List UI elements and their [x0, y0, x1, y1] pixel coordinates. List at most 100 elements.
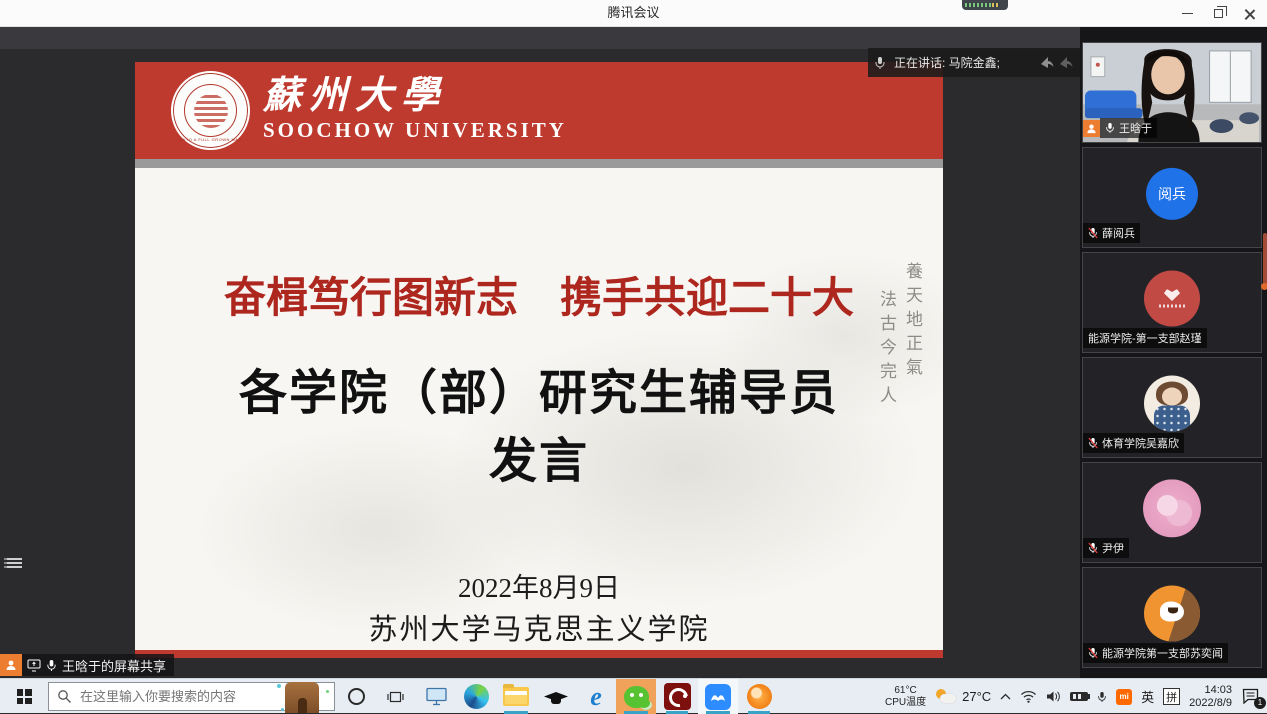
- wifi-icon[interactable]: [1020, 690, 1037, 703]
- cortana-button[interactable]: [337, 679, 375, 714]
- weather-temp: 27°C: [962, 689, 991, 704]
- participant-name: 尹伊: [1102, 540, 1124, 556]
- weather-widget[interactable]: 27°C: [935, 689, 991, 705]
- computer-icon: [425, 687, 448, 706]
- start-button[interactable]: [0, 679, 48, 714]
- sparkle-icon: [281, 708, 284, 711]
- taskbar-app-orange[interactable]: [740, 679, 778, 714]
- cpu-temp-label: CPU温度: [885, 697, 926, 709]
- sidebar-scroll-handle[interactable]: [1261, 283, 1267, 290]
- participant-sidebar: 王晗于 阅兵 薛阅兵 能源学院-第一支部赵瑾: [1080, 27, 1267, 678]
- avatar-emblem-text: [1159, 304, 1185, 307]
- avatar: [1144, 375, 1200, 431]
- university-name-en: SOOCHOW UNIVERSITY: [263, 118, 567, 143]
- toggle-line: [4, 566, 22, 568]
- close-button[interactable]: [1234, 0, 1265, 27]
- speaker-icon[interactable]: [1046, 690, 1061, 703]
- participant-tile[interactable]: 能源学院-第一支部赵瑾: [1082, 252, 1262, 353]
- participant-name: 能源学院第一支部苏奕闻: [1102, 645, 1223, 661]
- avatar-text: 阅兵: [1158, 183, 1186, 203]
- ime-language[interactable]: 英: [1141, 687, 1154, 706]
- meeting-mini-toolbar[interactable]: [962, 0, 1008, 10]
- clock-time: 14:03: [1189, 684, 1232, 697]
- restore-button[interactable]: [1203, 0, 1234, 27]
- annotation-arrow-icon[interactable]: [1038, 55, 1055, 70]
- taskbar-app-wechat[interactable]: [616, 679, 656, 714]
- taskbar-app-ie[interactable]: e: [576, 679, 616, 714]
- action-center-button[interactable]: 1: [1241, 687, 1263, 707]
- screen-share-pill: 王晗于的屏幕共享: [0, 654, 174, 676]
- mic-muted-icon: [1088, 227, 1098, 239]
- speaking-indicator-banner: 正在讲话: 马院金鑫;: [868, 48, 1080, 77]
- audio-level-bars-2: [992, 3, 1000, 7]
- slide-organization: 苏州大学马克思主义学院: [135, 606, 943, 648]
- panel-toggle-icon[interactable]: [4, 556, 22, 570]
- audio-level-bars: [965, 3, 995, 7]
- seal-ring: [184, 84, 237, 137]
- chevron-up-icon[interactable]: [1000, 693, 1011, 700]
- orange-app-icon: [747, 684, 772, 709]
- speaking-text: 正在讲话: 马院金鑫;: [894, 54, 1038, 71]
- taskbar-app-pc[interactable]: [416, 679, 456, 714]
- windows-taskbar: e 61°C CPU温度 27°C: [0, 678, 1267, 713]
- close-icon: [1244, 8, 1256, 20]
- avatar: [1144, 585, 1200, 641]
- minimize-button[interactable]: [1172, 0, 1203, 27]
- taskbar-app-learning[interactable]: [536, 679, 576, 714]
- screen-share-icon: [27, 659, 41, 672]
- taskbar-app-red[interactable]: [658, 679, 696, 714]
- main-title-line1: 各学院（部）研究生辅导员: [135, 360, 943, 428]
- sidebar-scrollbar[interactable]: [1263, 233, 1267, 289]
- cloud-icon: [940, 694, 956, 703]
- window-title: 腾讯会议: [0, 0, 1267, 26]
- participant-tile[interactable]: 阅兵 薛阅兵: [1082, 147, 1262, 248]
- taskbar-search[interactable]: [48, 682, 335, 711]
- building-door: [298, 698, 307, 713]
- participant-name: 能源学院-第一支部赵瑾: [1088, 330, 1202, 346]
- red-title-left: 奋楫笃行图新志: [224, 273, 518, 322]
- wechat-icon: [624, 686, 649, 708]
- participant-tile[interactable]: 尹伊: [1082, 462, 1262, 563]
- shared-slide: UNTO A FULL GROWN MAN 蘇州大學 SOOCHOW UNIVE…: [135, 62, 943, 658]
- tencent-meeting-icon: [705, 684, 731, 710]
- ime-pinyin-badge[interactable]: 拼: [1163, 688, 1180, 705]
- taskbar-app-tencent-meeting[interactable]: [698, 679, 738, 714]
- tray-mic-icon[interactable]: [1097, 690, 1107, 704]
- participant-tile-video[interactable]: 王晗于: [1082, 42, 1262, 143]
- person-icon: [1086, 123, 1097, 134]
- slide-gray-stripe: [135, 159, 943, 168]
- stage-top-strip: [0, 27, 1080, 49]
- taskbar-app-explorer[interactable]: [496, 679, 536, 714]
- windows-logo-icon: [17, 689, 32, 704]
- participant-name: 薛阅兵: [1102, 225, 1135, 241]
- host-badge: [1083, 120, 1100, 137]
- task-view-button[interactable]: [376, 679, 414, 714]
- cpu-temp-value: 61°C: [885, 685, 926, 697]
- mic-icon: [46, 659, 57, 672]
- taskbar-app-edge[interactable]: [456, 679, 496, 714]
- person-icon: [5, 659, 17, 671]
- slide-red-title: 奋楫笃行图新志携手共迎二十大: [135, 264, 943, 325]
- motto-column-right: 養天地正氣: [900, 262, 925, 382]
- mic-on-icon: [1105, 122, 1115, 134]
- window-titlebar: 腾讯会议: [0, 0, 1267, 27]
- file-explorer-icon: [503, 687, 529, 706]
- participant-tile[interactable]: 体育学院吴嘉欣: [1082, 357, 1262, 458]
- slide-footer-stripe: [135, 650, 943, 658]
- slide-main-title: 各学院（部）研究生辅导员 发言: [135, 360, 943, 496]
- search-icon: [57, 689, 72, 704]
- participant-tile[interactable]: 能源学院第一支部苏奕闻: [1082, 567, 1262, 668]
- motto-column-left: 法古今完人: [874, 290, 899, 410]
- undo-arrow-icon[interactable]: [1057, 55, 1074, 70]
- xiaomi-icon[interactable]: mi: [1116, 689, 1132, 705]
- graduation-cap-icon: [544, 692, 568, 701]
- battery-icon[interactable]: [1070, 692, 1088, 701]
- internet-explorer-icon: e: [590, 684, 602, 709]
- mic-muted-icon: [1088, 437, 1098, 449]
- university-seal-logo: UNTO A FULL GROWN MAN: [171, 71, 250, 150]
- search-highlight-art[interactable]: [273, 680, 331, 713]
- mic-muted-icon: [1088, 542, 1098, 554]
- system-tray: 61°C CPU温度 27°C: [885, 679, 1263, 714]
- speaking-mic-icon: [874, 56, 886, 70]
- taskbar-clock[interactable]: 14:03 2022/8/9: [1189, 684, 1232, 710]
